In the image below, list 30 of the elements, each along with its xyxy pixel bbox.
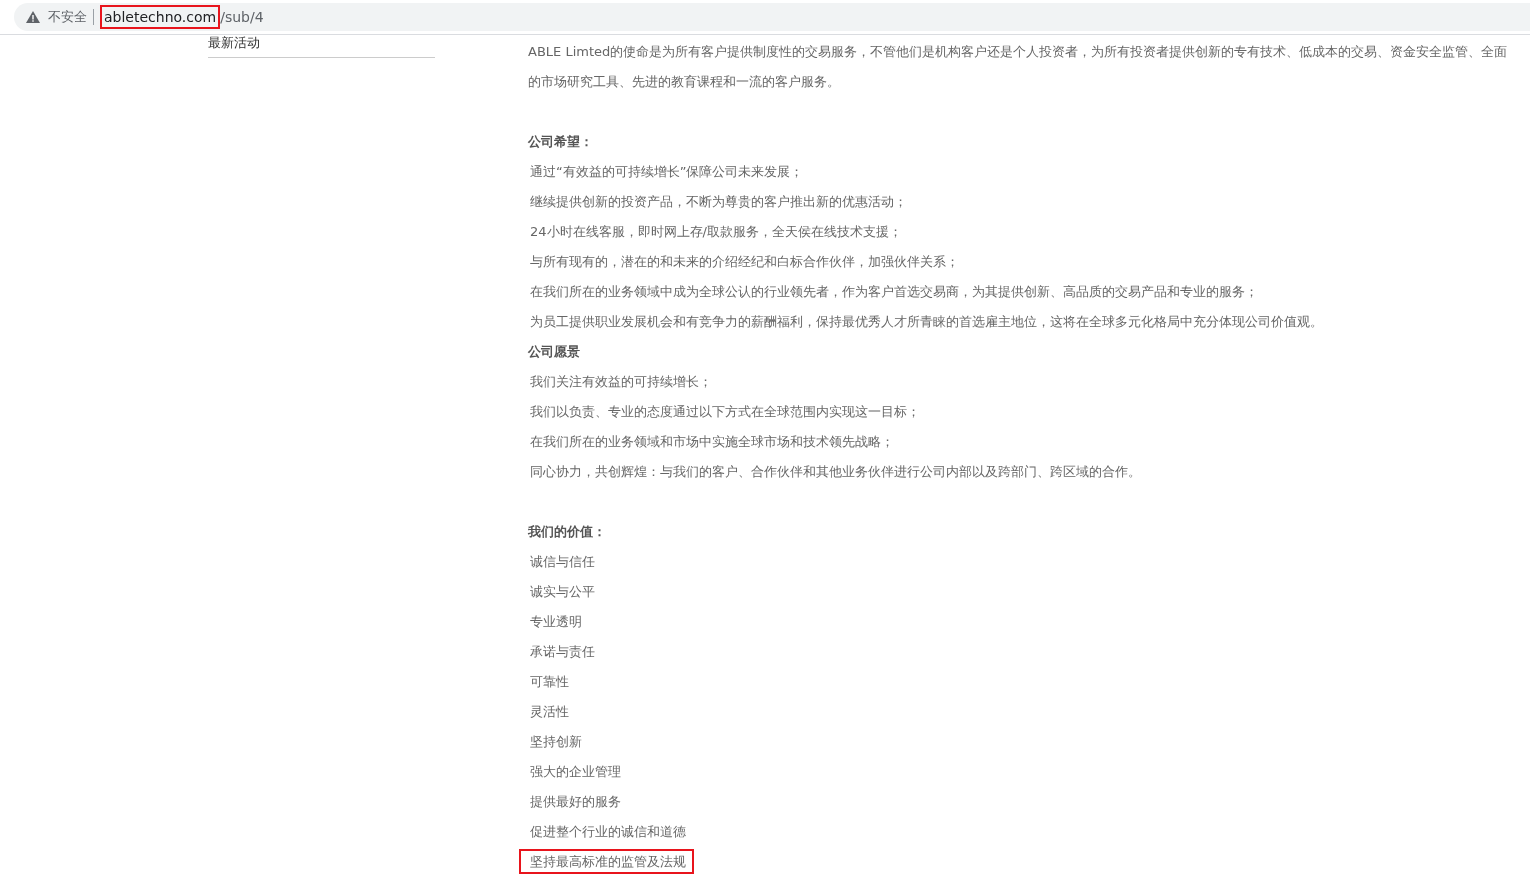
section-line: 诚信与信任: [529, 553, 596, 571]
section-line: 通过“有效益的可持续增长”保障公司未来发展；: [529, 163, 805, 181]
section-line: 与所有现有的，潜在的和未来的介绍经纪和白标合作伙伴，加强伙伴关系；: [529, 253, 960, 271]
section-line: 继续提供创新的投资产品，不断为尊贵的客户推出新的优惠活动；: [529, 193, 908, 211]
warning-icon: [26, 11, 40, 23]
section-line: 诚实与公平: [529, 583, 596, 601]
section-line: 我们关注有效益的可持续增长；: [529, 373, 713, 391]
section-line: 我们以负责、专业的态度通过以下方式在全球范围内实现这一目标；: [529, 403, 921, 421]
url-path: /sub/4: [220, 9, 264, 25]
section-heading: 公司愿景: [528, 343, 581, 361]
section-heading: 我们的价值：: [528, 523, 607, 541]
intro-paragraph: ABLE Limted的使命是为所有客户提供制度性的交易服务，不管他们是机构客户还是个人投资者，为所有投资者提供创新的专有技术、低成本的交易、资金安全监管、全面的市场研究工具、先进的教育课程和一流的客户服务。: [528, 43, 1509, 91]
section-line: 同心协力，共创辉煌：与我们的客户、合作伙伴和其他业务伙伴进行公司内部以及跨部门、跨区域的合作。: [529, 463, 1142, 481]
section-line: 专业透明: [529, 613, 583, 631]
section-line: 提供最好的服务: [529, 793, 622, 811]
address-bar[interactable]: 不安全 abletechno.com /sub/4: [14, 3, 1530, 31]
section-line: 承诺与责任: [529, 643, 596, 661]
section-line: 坚持创新: [529, 733, 583, 751]
section-line: 在我们所在的业务领域和市场中实施全球市场和技术领先战略；: [529, 433, 895, 451]
sidebar-link[interactable]: 最新活动: [208, 35, 435, 51]
url-host: abletechno.com: [100, 5, 221, 29]
section-line: 在我们所在的业务领域中成为全球公认的行业领先者，作为客户首选交易商，为其提供创新、高品质的交易产品和专业的服务；: [529, 283, 1259, 301]
section-line: 为员工提供职业发展机会和有竞争力的薪酬福利，保持最优秀人才所青睐的首选雇主地位，这将在全球多元化格局中充分体现公司价值观。: [529, 313, 1324, 331]
section-line: 强大的企业管理: [529, 763, 622, 781]
section-line: 24小时在线客服，即时网上存/取款服务，全天侯在线技术支援；: [529, 223, 903, 241]
security-label: 不安全: [48, 8, 87, 26]
section-line: 灵活性: [529, 703, 570, 721]
section-line: 可靠性: [529, 673, 570, 691]
section-line: 促进整个行业的诚信和道德: [529, 823, 687, 841]
section-heading: 公司希望：: [528, 133, 594, 151]
